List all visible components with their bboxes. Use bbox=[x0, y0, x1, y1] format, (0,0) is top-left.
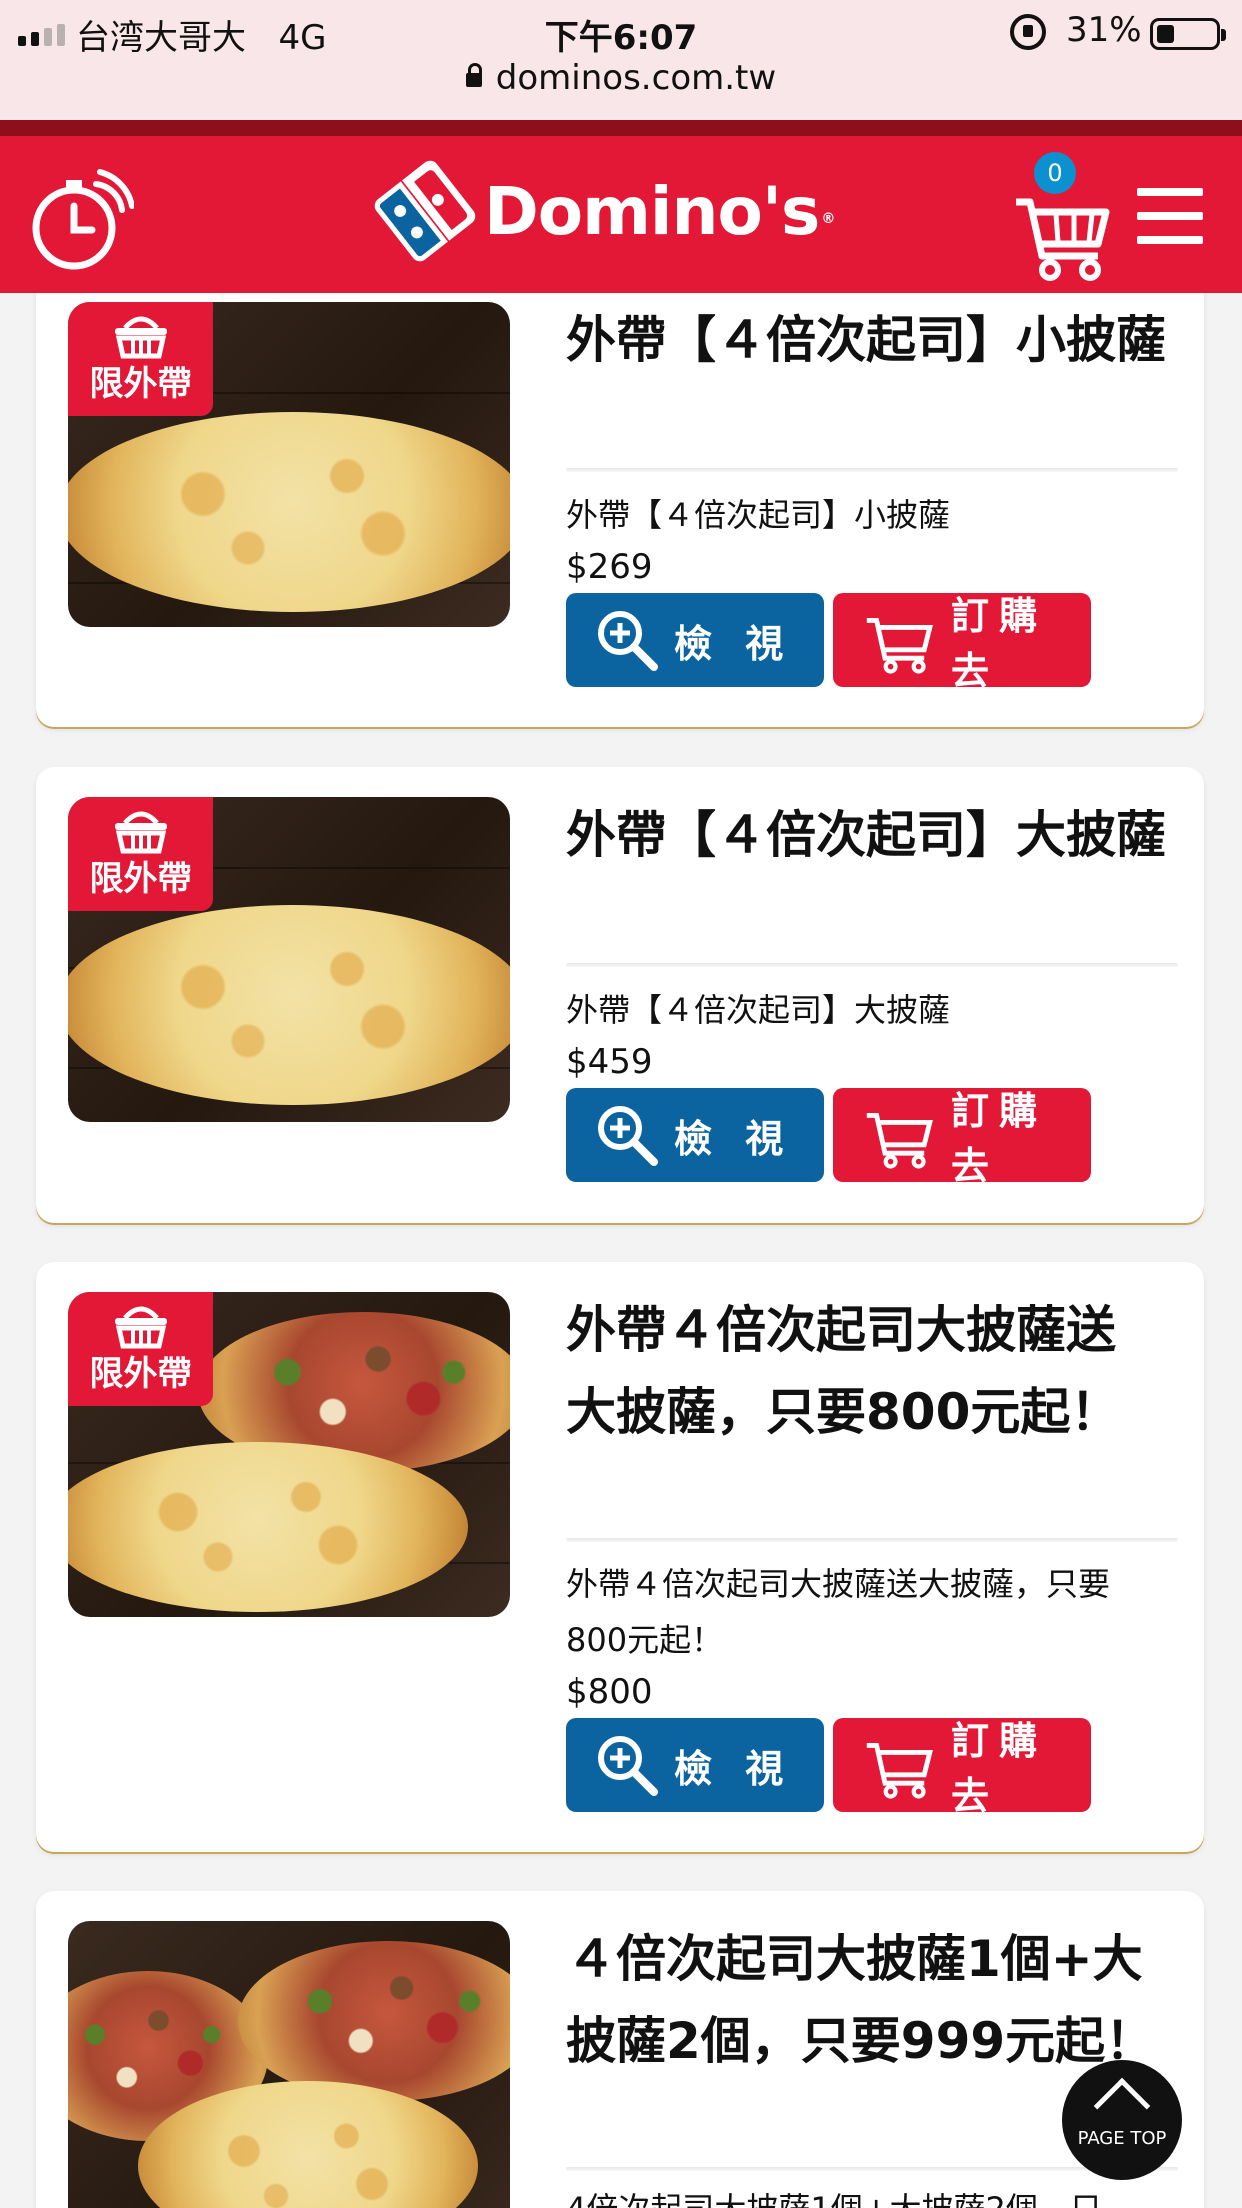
basket-icon bbox=[114, 1306, 167, 1349]
padlock-icon bbox=[465, 63, 482, 87]
basket-icon bbox=[114, 811, 167, 854]
title-divider bbox=[566, 468, 1178, 472]
url-text: dominos.com.tw bbox=[495, 58, 777, 98]
orientation-lock-icon bbox=[1010, 14, 1046, 50]
view-button[interactable]: 檢 視 bbox=[566, 1088, 824, 1182]
product-description: 外帶【４倍次起司】大披薩 bbox=[566, 991, 951, 1029]
product-price: $459 bbox=[566, 1042, 653, 1082]
product-title[interactable]: 外帶４倍次起司大披薩送大披薩，只要800元起！ bbox=[566, 1289, 1126, 1453]
header-top-band bbox=[0, 120, 1242, 136]
product-description: 外帶４倍次起司大披薩送大披薩，只要800元起！ bbox=[566, 1565, 1111, 1659]
product-card: ４倍次起司大披薩1個+大披薩2個，只要999元起！ 4倍次起司大披薩1個+大披薩… bbox=[36, 1891, 1204, 2208]
order-button[interactable]: 訂購去 bbox=[833, 593, 1091, 693]
product-price: $800 bbox=[566, 1672, 653, 1712]
product-image[interactable]: 限外帶 bbox=[68, 797, 510, 1122]
takeout-only-badge: 限外帶 bbox=[68, 797, 213, 911]
product-card: 限外帶 外帶【４倍次起司】小披薩 外帶【４倍次起司】小披薩 $269 檢 視 訂… bbox=[36, 293, 1204, 727]
domino-tile-icon bbox=[371, 157, 479, 265]
cart-count-badge: 0 bbox=[1034, 152, 1076, 194]
chevron-up-icon bbox=[1093, 2077, 1151, 2135]
product-image[interactable] bbox=[68, 1921, 510, 2208]
product-description: 外帶【４倍次起司】小披薩 bbox=[566, 496, 951, 534]
product-card: 限外帶 外帶【４倍次起司】大披薩 外帶【４倍次起司】大披薩 $459 檢 視 訂… bbox=[36, 767, 1204, 1223]
title-divider bbox=[566, 1538, 1178, 1542]
clock: 下午6:07 bbox=[544, 18, 698, 58]
product-card: 限外帶 外帶４倍次起司大披薩送大披薩，只要800元起！ 外帶４倍次起司大披薩送大… bbox=[36, 1262, 1204, 1852]
view-button[interactable]: 檢 視 bbox=[566, 1718, 824, 1812]
product-price: $269 bbox=[566, 547, 653, 587]
product-title[interactable]: 外帶【４倍次起司】小披薩 bbox=[566, 299, 1186, 381]
status-bar: 台湾大哥大 4G 下午6:07 31% dominos.com.tw bbox=[0, 0, 1242, 120]
product-title[interactable]: 外帶【４倍次起司】大披薩 bbox=[566, 794, 1186, 876]
magnifier-icon bbox=[598, 611, 658, 671]
menu-icon[interactable] bbox=[1137, 188, 1203, 244]
delivery-tracker-icon[interactable] bbox=[22, 166, 134, 278]
battery-percent: 31% bbox=[1066, 10, 1142, 50]
cart-icon bbox=[866, 1742, 933, 1799]
cart-icon bbox=[866, 617, 933, 674]
title-divider bbox=[566, 963, 1178, 967]
product-list: 限外帶 外帶【４倍次起司】小披薩 外帶【４倍次起司】小披薩 $269 檢 視 訂… bbox=[0, 293, 1242, 2208]
magnifier-icon bbox=[598, 1736, 658, 1796]
address-bar[interactable]: dominos.com.tw bbox=[0, 58, 1242, 98]
product-image[interactable]: 限外帶 bbox=[68, 302, 510, 627]
product-title[interactable]: ４倍次起司大披薩1個+大披薩2個，只要999元起！ bbox=[566, 1918, 1186, 2082]
product-image[interactable]: 限外帶 bbox=[68, 1292, 510, 1617]
order-button[interactable]: 訂購去 bbox=[833, 1088, 1091, 1188]
cart-icon bbox=[866, 1112, 933, 1169]
view-button[interactable]: 檢 視 bbox=[566, 593, 824, 687]
logo-wordmark: Domino's ® bbox=[484, 172, 835, 250]
site-header: Domino's ® 0 bbox=[0, 136, 1242, 293]
basket-icon bbox=[114, 316, 167, 359]
takeout-only-badge: 限外帶 bbox=[68, 302, 213, 416]
battery-icon bbox=[1150, 18, 1226, 50]
magnifier-icon bbox=[598, 1106, 658, 1166]
dominos-logo[interactable]: Domino's ® bbox=[371, 157, 835, 265]
order-button[interactable]: 訂購去 bbox=[833, 1718, 1091, 1818]
product-description: 4倍次起司大披薩1個+大披薩2個，只 bbox=[566, 2181, 1166, 2208]
page-top-button[interactable]: PAGE TOP bbox=[1062, 2060, 1182, 2180]
takeout-only-badge: 限外帶 bbox=[68, 1292, 213, 1406]
